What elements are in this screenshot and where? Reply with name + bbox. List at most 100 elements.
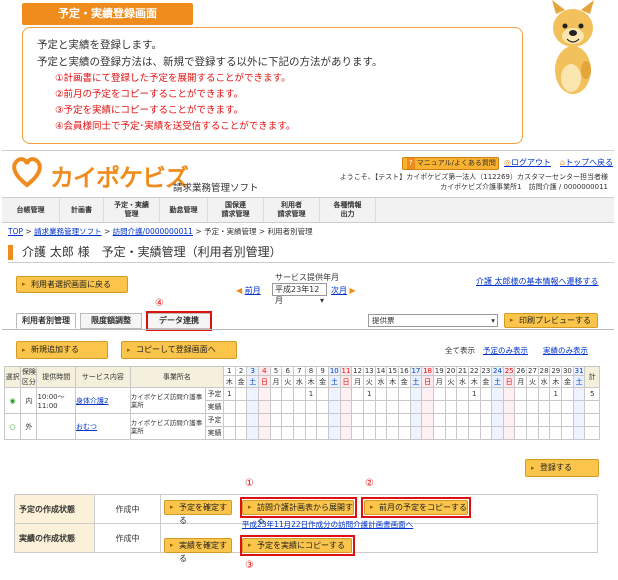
plan-day-cell[interactable]: 1 — [362, 387, 376, 401]
plan-day-cell[interactable] — [281, 413, 295, 427]
actual-day-cell[interactable] — [281, 400, 295, 414]
nav-plan[interactable]: 計画書 — [60, 198, 104, 222]
plan-day-cell[interactable] — [339, 413, 353, 427]
nav-ledger[interactable]: 台帳管理 — [2, 198, 60, 222]
confirm-actual-button[interactable]: 実績を確定する — [164, 538, 232, 563]
plan-day-cell[interactable] — [537, 413, 551, 427]
actual-day-cell[interactable] — [432, 426, 446, 440]
plan-day-cell[interactable] — [549, 413, 563, 427]
actual-day-cell[interactable] — [572, 400, 586, 414]
plan-day-cell[interactable] — [351, 387, 364, 401]
actual-day-cell[interactable] — [537, 400, 551, 414]
plan-day-cell[interactable] — [386, 387, 399, 401]
actual-day-cell[interactable] — [572, 426, 586, 440]
plan-day-cell[interactable] — [316, 387, 329, 401]
plan-day-cell[interactable] — [258, 387, 271, 401]
tab-user-management[interactable]: 利用者別管理 — [16, 313, 76, 329]
nav-national-insurance[interactable]: 国保連 請求管理 — [208, 198, 264, 222]
plan-day-cell[interactable]: 1 — [304, 387, 318, 401]
actual-day-cell[interactable] — [234, 426, 248, 440]
actual-day-cell[interactable] — [258, 400, 271, 414]
plan-day-cell[interactable] — [572, 387, 586, 401]
prev-month-link[interactable]: ◀ 前月 — [236, 285, 261, 296]
actual-day-cell[interactable] — [339, 400, 353, 414]
actual-day-cell[interactable] — [316, 426, 329, 440]
tab-limit-adjust[interactable]: 限度額調整 — [80, 313, 142, 329]
actual-day-cell[interactable] — [444, 400, 458, 414]
logout-link[interactable]: ◎ログアウト — [504, 157, 551, 168]
next-month-link[interactable]: 次月 ▶ — [331, 285, 356, 296]
plan-day-cell[interactable] — [246, 413, 260, 427]
nav-attendance[interactable]: 勤怠管理 — [160, 198, 208, 222]
actual-day-cell[interactable] — [362, 426, 376, 440]
plan-day-cell[interactable] — [269, 387, 283, 401]
actual-day-cell[interactable] — [293, 426, 306, 440]
add-new-button[interactable]: 新規追加する — [16, 341, 108, 359]
nav-output[interactable]: 各種情報 出力 — [320, 198, 376, 222]
plan-day-cell[interactable] — [491, 413, 504, 427]
actual-day-cell[interactable] — [234, 400, 248, 414]
nav-schedule[interactable]: 予定・実績 管理 — [104, 198, 160, 222]
plan-day-cell[interactable] — [327, 387, 341, 401]
plan-day-cell[interactable] — [444, 413, 458, 427]
plan-day-cell[interactable] — [572, 413, 586, 427]
actual-day-cell[interactable] — [444, 426, 458, 440]
plan-day-cell[interactable] — [561, 387, 574, 401]
actual-day-cell[interactable] — [246, 426, 260, 440]
plan-day-cell[interactable] — [362, 413, 376, 427]
plan-day-cell[interactable] — [537, 387, 551, 401]
breadcrumb-software[interactable]: 請求業務管理ソフト — [34, 227, 102, 236]
actual-day-cell[interactable] — [479, 400, 493, 414]
plan-day-cell[interactable]: 1 — [549, 387, 563, 401]
plan-day-cell[interactable] — [561, 413, 574, 427]
plan-day-cell[interactable] — [444, 387, 458, 401]
plan-day-cell[interactable] — [502, 413, 516, 427]
actual-day-cell[interactable] — [491, 426, 504, 440]
plan-day-cell[interactable] — [339, 387, 353, 401]
actual-day-cell[interactable] — [479, 426, 493, 440]
actual-day-cell[interactable] — [514, 426, 528, 440]
actual-day-cell[interactable] — [304, 400, 318, 414]
actual-day-cell[interactable] — [246, 400, 260, 414]
plan-day-cell[interactable] — [479, 413, 493, 427]
actual-day-cell[interactable] — [421, 426, 434, 440]
show-actual-link[interactable]: 実績のみ表示 — [543, 345, 588, 356]
actual-day-cell[interactable] — [549, 426, 563, 440]
row-service-link[interactable]: 身体介護2 — [74, 387, 131, 414]
actual-day-cell[interactable] — [269, 400, 283, 414]
plan-day-cell[interactable] — [234, 387, 248, 401]
plan-day-cell[interactable] — [327, 413, 341, 427]
plan-day-cell[interactable] — [456, 387, 469, 401]
breadcrumb-top[interactable]: TOP — [8, 227, 23, 236]
actual-day-cell[interactable] — [467, 426, 481, 440]
actual-day-cell[interactable] — [409, 400, 423, 414]
plan-day-cell[interactable] — [432, 413, 446, 427]
actual-day-cell[interactable] — [502, 400, 516, 414]
plan-day-cell[interactable] — [293, 387, 306, 401]
actual-day-cell[interactable] — [397, 426, 411, 440]
plan-day-cell[interactable] — [421, 387, 434, 401]
row-select-radio[interactable]: ○ — [10, 423, 16, 431]
plan-day-cell[interactable] — [374, 387, 388, 401]
actual-day-cell[interactable] — [374, 426, 388, 440]
copy-to-register-button[interactable]: コピーして登録画面へ — [121, 341, 237, 359]
row-service-link[interactable]: おむつ — [74, 413, 131, 440]
plan-day-cell[interactable]: 1 — [223, 387, 236, 401]
print-preview-button[interactable]: 印刷プレビューする — [504, 313, 598, 328]
actual-day-cell[interactable] — [351, 400, 364, 414]
plan-day-cell[interactable] — [386, 413, 399, 427]
plan-document-link[interactable]: 平成23年11月22日作成分の訪問介護計画書画面へ — [242, 519, 413, 530]
actual-day-cell[interactable] — [467, 400, 481, 414]
plan-day-cell[interactable] — [304, 413, 318, 427]
show-plan-link[interactable]: 予定のみ表示 — [483, 345, 528, 356]
plan-day-cell[interactable] — [351, 413, 364, 427]
confirm-plan-button[interactable]: 予定を確定する — [164, 500, 232, 525]
plan-day-cell[interactable] — [397, 413, 411, 427]
plan-day-cell[interactable] — [526, 387, 539, 401]
actual-day-cell[interactable] — [456, 400, 469, 414]
top-link[interactable]: ⌂トップへ戻る — [560, 157, 613, 168]
actual-day-cell[interactable] — [362, 400, 376, 414]
manual-faq-button[interactable]: ? マニュアル/よくある質問 — [402, 157, 499, 170]
plan-day-cell[interactable] — [491, 387, 504, 401]
plan-day-cell[interactable] — [374, 413, 388, 427]
